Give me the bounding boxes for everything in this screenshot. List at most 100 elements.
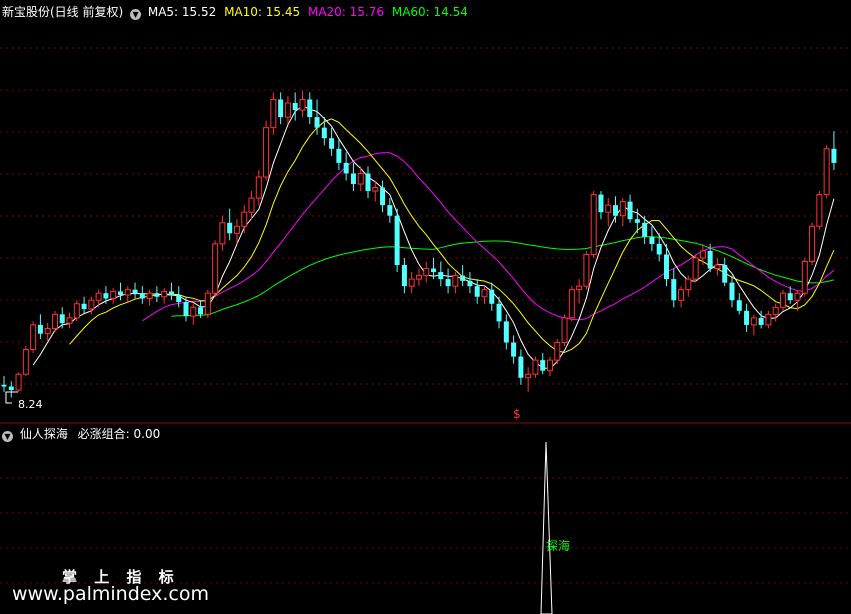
candle bbox=[139, 286, 145, 304]
candle-body bbox=[663, 254, 669, 280]
candle-body bbox=[372, 187, 379, 192]
candle bbox=[408, 272, 415, 294]
candle-body bbox=[88, 299, 95, 310]
candle bbox=[547, 356, 553, 376]
candle-body bbox=[779, 292, 786, 308]
candle-body bbox=[765, 313, 772, 326]
candle-body bbox=[51, 313, 58, 329]
candle bbox=[692, 254, 699, 283]
candle bbox=[81, 296, 87, 315]
candle bbox=[255, 169, 262, 206]
candle-body bbox=[255, 176, 262, 199]
candle bbox=[292, 92, 298, 121]
candle bbox=[489, 282, 495, 311]
candle-body bbox=[423, 268, 430, 277]
candle-body bbox=[168, 291, 174, 295]
candle bbox=[598, 191, 604, 220]
candle-body bbox=[481, 289, 488, 298]
candle-body bbox=[816, 194, 823, 227]
candle-body bbox=[292, 103, 298, 111]
candle bbox=[95, 289, 102, 308]
candle bbox=[583, 250, 590, 290]
candle bbox=[1, 375, 7, 392]
candle-body bbox=[59, 314, 65, 324]
dropdown-icon[interactable]: ▼ bbox=[130, 9, 142, 20]
indicator-dropdown-icon[interactable]: ▼ bbox=[2, 431, 13, 442]
ma20-label: MA20: 15.76 bbox=[307, 5, 385, 19]
candle bbox=[801, 257, 808, 297]
candle bbox=[387, 198, 393, 223]
candle bbox=[168, 282, 174, 301]
candle-body bbox=[321, 127, 327, 139]
signal-marker: $ bbox=[513, 407, 521, 421]
indicator-title: 仙人探海 bbox=[19, 427, 68, 441]
candle bbox=[44, 323, 51, 341]
candle bbox=[627, 194, 633, 223]
candle bbox=[481, 286, 488, 304]
candle-body bbox=[809, 225, 816, 263]
candle bbox=[299, 90, 306, 118]
candle-body bbox=[357, 172, 364, 185]
candle bbox=[605, 198, 612, 227]
candle bbox=[438, 261, 444, 287]
candle bbox=[467, 272, 473, 294]
chart-window: 8.24 $ 探海 新宝股份(日线 前复权) ▼ MA5: 15.52 MA10… bbox=[0, 0, 851, 614]
candle-body bbox=[365, 173, 371, 192]
watermark-url: www.palmindex.com bbox=[12, 583, 210, 605]
candle bbox=[772, 303, 779, 322]
candle bbox=[365, 166, 371, 199]
candle bbox=[30, 321, 37, 354]
candle bbox=[452, 272, 459, 294]
candle-body bbox=[73, 303, 80, 319]
candlestick-chart: 8.24 $ 探海 bbox=[0, 47, 851, 614]
candle-body bbox=[270, 98, 277, 129]
ma5-label: MA5: 15.52 bbox=[147, 5, 217, 19]
candle-body bbox=[198, 307, 204, 315]
candle-body bbox=[627, 201, 633, 220]
candle bbox=[270, 92, 277, 135]
candle bbox=[831, 131, 837, 170]
candle-body bbox=[496, 303, 502, 322]
candle-body bbox=[219, 222, 226, 245]
candle bbox=[642, 215, 648, 244]
candle-body bbox=[634, 219, 640, 223]
candle-body bbox=[350, 173, 356, 185]
candle-body bbox=[124, 289, 131, 296]
moving-average-lines bbox=[32, 105, 835, 370]
candle-body bbox=[722, 265, 728, 283]
candle-body bbox=[474, 286, 480, 297]
candle bbox=[568, 286, 575, 322]
candle-body bbox=[438, 272, 444, 280]
candle-body bbox=[299, 98, 306, 111]
candle bbox=[278, 92, 284, 125]
ma10-line bbox=[69, 118, 835, 353]
candlesticks bbox=[1, 90, 837, 398]
candle-body bbox=[110, 290, 117, 299]
candle-body bbox=[212, 243, 219, 294]
ma5-line bbox=[32, 105, 835, 370]
candle-body bbox=[642, 222, 648, 237]
candle bbox=[678, 286, 685, 308]
candle bbox=[15, 372, 22, 392]
candle bbox=[423, 261, 430, 283]
candle-body bbox=[132, 289, 138, 294]
candle-body bbox=[750, 317, 757, 326]
candle-body bbox=[613, 205, 619, 216]
candle-body bbox=[431, 268, 437, 273]
candle-body bbox=[22, 349, 29, 375]
candle bbox=[329, 127, 335, 156]
candle bbox=[284, 95, 291, 125]
ma10-label: MA10: 15.45 bbox=[224, 5, 301, 19]
candle bbox=[722, 257, 728, 287]
candle-body bbox=[176, 294, 182, 303]
candle-body bbox=[139, 293, 145, 299]
candle-body bbox=[503, 321, 509, 343]
candle bbox=[103, 286, 109, 304]
candle-body bbox=[576, 285, 583, 291]
candle-body bbox=[30, 324, 37, 351]
candle-body bbox=[671, 279, 677, 301]
candle-body bbox=[489, 289, 495, 304]
candle bbox=[590, 191, 597, 258]
candle bbox=[460, 265, 466, 287]
candle-body bbox=[117, 291, 123, 295]
